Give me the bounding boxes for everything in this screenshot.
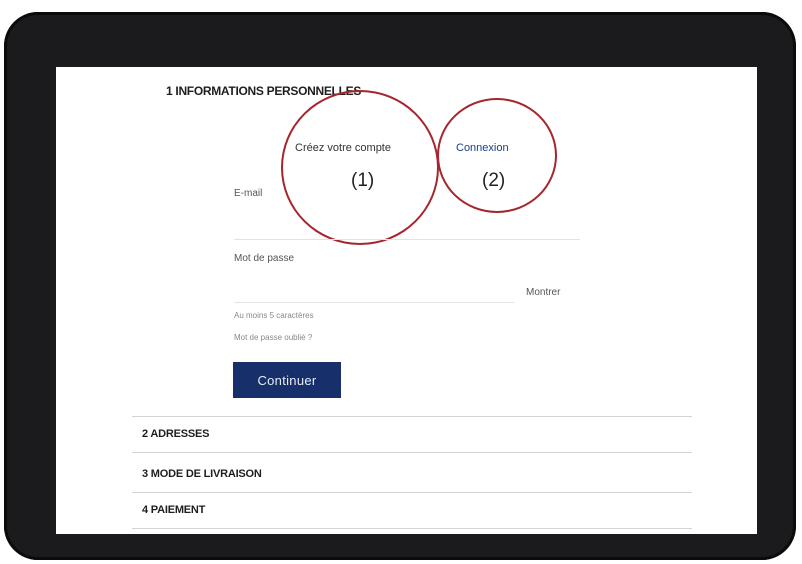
password-label: Mot de passe — [234, 253, 295, 264]
password-hint: Au moins 5 caractères — [234, 311, 314, 320]
section-divider — [132, 528, 692, 529]
email-label: E-mail — [234, 188, 263, 199]
tablet-frame: 1 INFORMATIONS PERSONNELLES Créez votre … — [4, 12, 796, 560]
section-divider — [132, 492, 692, 493]
continue-button[interactable]: Continuer — [233, 362, 341, 398]
step-4-title[interactable]: 4 PAIEMENT — [142, 504, 205, 516]
forgot-password-link[interactable]: Mot de passe oublié ? — [234, 333, 312, 342]
step-2-title[interactable]: 2 ADRESSES — [142, 428, 209, 440]
annotation-circle-2 — [437, 98, 557, 213]
section-divider — [132, 452, 692, 453]
password-input[interactable] — [234, 274, 514, 303]
show-password-button[interactable]: Montrer — [526, 287, 560, 298]
email-input[interactable] — [234, 199, 580, 240]
section-divider — [132, 416, 692, 417]
screen: 1 INFORMATIONS PERSONNELLES Créez votre … — [56, 67, 757, 534]
step-3-title[interactable]: 3 MODE DE LIVRAISON — [142, 468, 262, 480]
